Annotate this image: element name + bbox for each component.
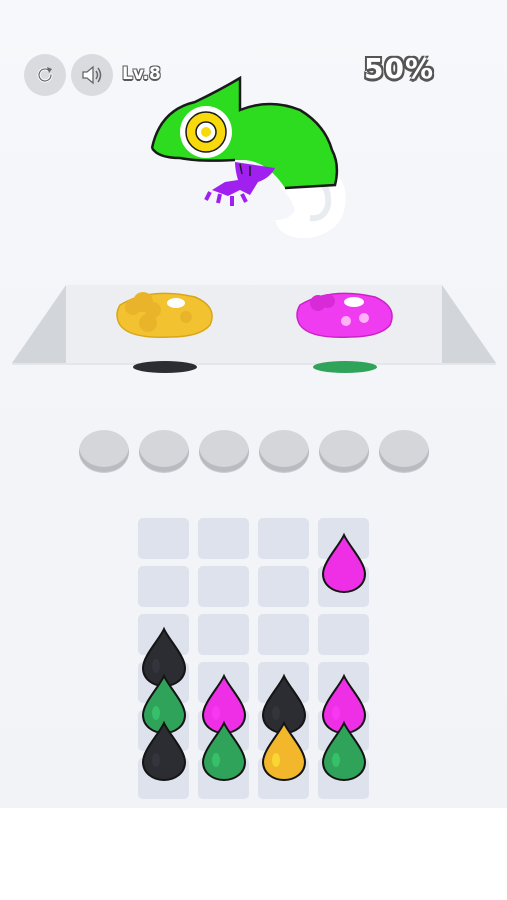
speaker-icon [82, 65, 102, 85]
sound-button[interactable] [71, 54, 113, 96]
bottom-area [0, 808, 507, 900]
palette-yellow [116, 292, 213, 338]
board-cell[interactable] [138, 518, 189, 559]
drop-yellow[interactable] [259, 720, 309, 782]
drop-green[interactable] [319, 720, 369, 782]
queue-slot[interactable] [139, 430, 189, 472]
queue-slot[interactable] [319, 430, 369, 472]
board-cell[interactable] [258, 518, 309, 559]
palette-magenta [296, 292, 393, 338]
board-cell[interactable] [198, 566, 249, 607]
queue-slot[interactable] [259, 430, 309, 472]
drop-magenta[interactable] [319, 532, 369, 594]
drop-black[interactable] [139, 720, 189, 782]
progress-percent: 50% [364, 52, 435, 85]
board-cell[interactable] [138, 566, 189, 607]
palettes [116, 292, 393, 338]
queue-slot[interactable] [199, 430, 249, 472]
game-scene: Lv.8 50% [0, 0, 507, 808]
queue-slot[interactable] [379, 430, 429, 472]
drop-green[interactable] [199, 720, 249, 782]
board-cell[interactable] [198, 614, 249, 655]
restart-icon [37, 67, 53, 83]
board-cell[interactable] [258, 566, 309, 607]
chameleon-leg [212, 162, 275, 196]
restart-button[interactable] [24, 54, 66, 96]
board-cell[interactable] [258, 614, 309, 655]
board-cell[interactable] [318, 614, 369, 655]
board-cell[interactable] [198, 518, 249, 559]
chameleon-artwork [150, 75, 346, 239]
queue-slot[interactable] [79, 430, 129, 472]
